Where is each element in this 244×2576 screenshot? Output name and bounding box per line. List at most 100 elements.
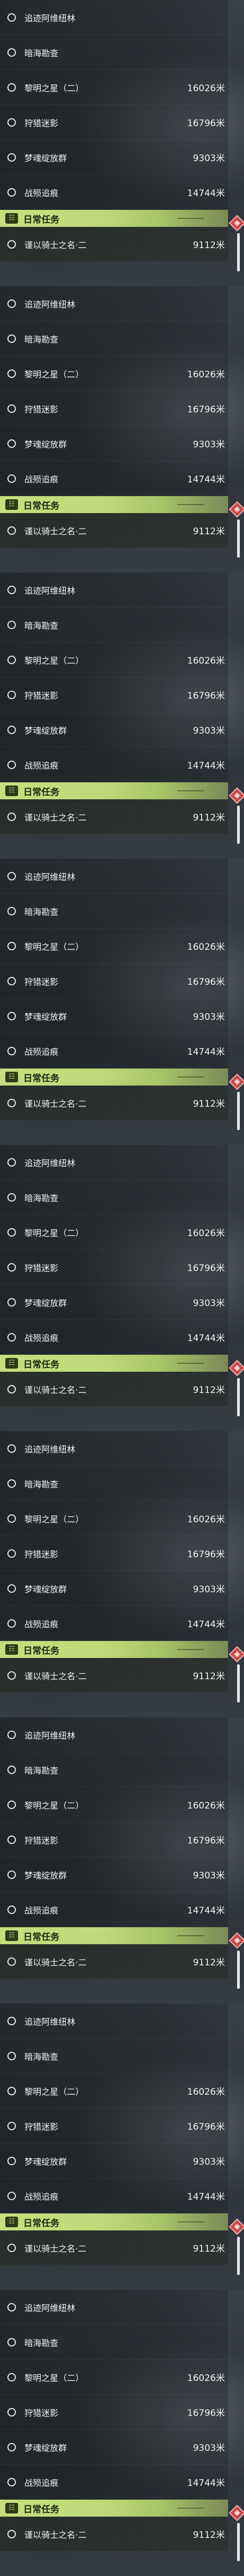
track-circle-icon[interactable]	[7, 1835, 16, 1844]
track-circle-icon[interactable]	[7, 2529, 16, 2538]
daily-quest-row[interactable]: 谨以骑士之名·二 9112米	[0, 1944, 228, 1979]
scroll-indicator[interactable]	[237, 806, 240, 844]
quest-row[interactable]: 暗海勘查	[0, 35, 228, 70]
track-circle-icon[interactable]	[7, 48, 16, 57]
quest-row[interactable]: 狩猎迷影 16796米	[0, 1822, 228, 1857]
quest-row[interactable]: 战殒追痕 14744米	[0, 2178, 228, 2213]
quest-row[interactable]: 黎明之星（二） 16026米	[0, 1215, 228, 1250]
quest-row[interactable]: 追迹阿维纽林	[0, 0, 228, 35]
daily-task-header[interactable]: ☷ 日常任务	[0, 1069, 228, 1086]
daily-task-header[interactable]: ☷ 日常任务	[0, 496, 228, 513]
quest-row[interactable]: 狩猎迷影 16796米	[0, 2395, 228, 2430]
quest-row[interactable]: 狩猎迷影 16796米	[0, 2109, 228, 2143]
quest-row[interactable]: 战殒追痕 14744米	[0, 1320, 228, 1355]
track-circle-icon[interactable]	[7, 1619, 16, 1628]
quest-row[interactable]: 黎明之星（二） 16026米	[0, 70, 228, 105]
track-circle-icon[interactable]	[7, 906, 16, 915]
track-circle-icon[interactable]	[7, 941, 16, 950]
track-circle-icon[interactable]	[7, 1800, 16, 1809]
track-circle-icon[interactable]	[7, 1549, 16, 1558]
daily-quest-row[interactable]: 谨以骑士之名·二 9112米	[0, 513, 228, 548]
quest-row[interactable]: 战殒追痕 14744米	[0, 1606, 228, 1641]
quest-row[interactable]: 狩猎迷影 16796米	[0, 1536, 228, 1571]
quest-row[interactable]: 梦魂绽放群 9303米	[0, 1857, 228, 1892]
track-circle-icon[interactable]	[7, 1011, 16, 1020]
daily-quest-row[interactable]: 谨以骑士之名·二 9112米	[0, 1086, 228, 1121]
daily-task-header[interactable]: ☷ 日常任务	[0, 1927, 228, 1944]
track-circle-icon[interactable]	[7, 1479, 16, 1488]
quest-row[interactable]: 黎明之星（二） 16026米	[0, 2074, 228, 2109]
track-circle-icon[interactable]	[7, 2051, 16, 2060]
track-circle-icon[interactable]	[7, 2477, 16, 2486]
track-circle-icon[interactable]	[7, 1298, 16, 1307]
track-circle-icon[interactable]	[7, 2243, 16, 2252]
daily-task-header[interactable]: ☷ 日常任务	[0, 2213, 228, 2230]
quest-row[interactable]: 战殒追痕 14744米	[0, 2465, 228, 2500]
quest-row[interactable]: 追迹阿维纽林	[0, 2004, 228, 2039]
track-circle-icon[interactable]	[7, 655, 16, 664]
track-circle-icon[interactable]	[7, 2442, 16, 2451]
track-circle-icon[interactable]	[7, 334, 16, 343]
quest-row[interactable]: 梦魂绽放群 9303米	[0, 140, 228, 175]
quest-row[interactable]: 狩猎迷影 16796米	[0, 677, 228, 712]
quest-row[interactable]: 暗海勘查	[0, 1180, 228, 1215]
scroll-indicator[interactable]	[237, 2237, 240, 2275]
quest-row[interactable]: 暗海勘查	[0, 2325, 228, 2360]
track-circle-icon[interactable]	[7, 1046, 16, 1055]
quest-row[interactable]: 追迹阿维纽林	[0, 859, 228, 894]
track-circle-icon[interactable]	[7, 976, 16, 985]
track-circle-icon[interactable]	[7, 725, 16, 734]
quest-row[interactable]: 梦魂绽放群 9303米	[0, 999, 228, 1034]
quest-row[interactable]: 黎明之星（二） 16026米	[0, 1787, 228, 1822]
daily-quest-row[interactable]: 谨以骑士之名·二 9112米	[0, 2517, 228, 2552]
quest-row[interactable]: 黎明之星（二） 16026米	[0, 356, 228, 391]
quest-row[interactable]: 梦魂绽放群 9303米	[0, 712, 228, 747]
track-circle-icon[interactable]	[7, 1730, 16, 1739]
scroll-indicator[interactable]	[237, 233, 240, 271]
track-circle-icon[interactable]	[7, 2086, 16, 2095]
quest-row[interactable]: 追迹阿维纽林	[0, 2290, 228, 2325]
quest-row[interactable]: 梦魂绽放群 9303米	[0, 426, 228, 461]
track-circle-icon[interactable]	[7, 299, 16, 308]
quest-row[interactable]: 梦魂绽放群 9303米	[0, 1571, 228, 1606]
track-circle-icon[interactable]	[7, 2407, 16, 2416]
quest-row[interactable]: 狩猎迷影 16796米	[0, 1250, 228, 1285]
track-circle-icon[interactable]	[7, 474, 16, 483]
quest-row[interactable]: 暗海勘查	[0, 321, 228, 356]
track-circle-icon[interactable]	[7, 83, 16, 92]
track-circle-icon[interactable]	[7, 404, 16, 413]
quest-row[interactable]: 黎明之星（二） 16026米	[0, 929, 228, 964]
track-circle-icon[interactable]	[7, 1905, 16, 1914]
track-circle-icon[interactable]	[7, 1158, 16, 1167]
quest-row[interactable]: 追迹阿维纽林	[0, 1431, 228, 1466]
track-circle-icon[interactable]	[7, 1333, 16, 1342]
track-circle-icon[interactable]	[7, 812, 16, 821]
quest-row[interactable]: 黎明之星（二） 16026米	[0, 2360, 228, 2395]
daily-quest-row[interactable]: 谨以骑士之名·二 9112米	[0, 227, 228, 262]
track-circle-icon[interactable]	[7, 1444, 16, 1453]
daily-quest-row[interactable]: 谨以骑士之名·二 9112米	[0, 2230, 228, 2265]
scroll-indicator[interactable]	[237, 2523, 240, 2561]
track-circle-icon[interactable]	[7, 760, 16, 769]
track-circle-icon[interactable]	[7, 240, 16, 249]
scroll-indicator[interactable]	[237, 1951, 240, 1989]
daily-task-header[interactable]: ☷ 日常任务	[0, 2500, 228, 2517]
track-circle-icon[interactable]	[7, 585, 16, 594]
quest-row[interactable]: 追迹阿维纽林	[0, 1717, 228, 1752]
track-circle-icon[interactable]	[7, 620, 16, 629]
track-circle-icon[interactable]	[7, 188, 16, 197]
quest-row[interactable]: 暗海勘查	[0, 607, 228, 642]
quest-row[interactable]: 暗海勘查	[0, 1752, 228, 1787]
scroll-indicator[interactable]	[237, 519, 240, 558]
daily-quest-row[interactable]: 谨以骑士之名·二 9112米	[0, 1658, 228, 1693]
track-circle-icon[interactable]	[7, 369, 16, 378]
quest-row[interactable]: 黎明之星（二） 16026米	[0, 1501, 228, 1536]
track-circle-icon[interactable]	[7, 2156, 16, 2165]
scroll-indicator[interactable]	[237, 1378, 240, 1416]
track-circle-icon[interactable]	[7, 1765, 16, 1774]
scroll-indicator[interactable]	[237, 1092, 240, 1130]
quest-row[interactable]: 追迹阿维纽林	[0, 1145, 228, 1180]
track-circle-icon[interactable]	[7, 871, 16, 880]
track-circle-icon[interactable]	[7, 118, 16, 127]
quest-row[interactable]: 狩猎迷影 16796米	[0, 105, 228, 140]
